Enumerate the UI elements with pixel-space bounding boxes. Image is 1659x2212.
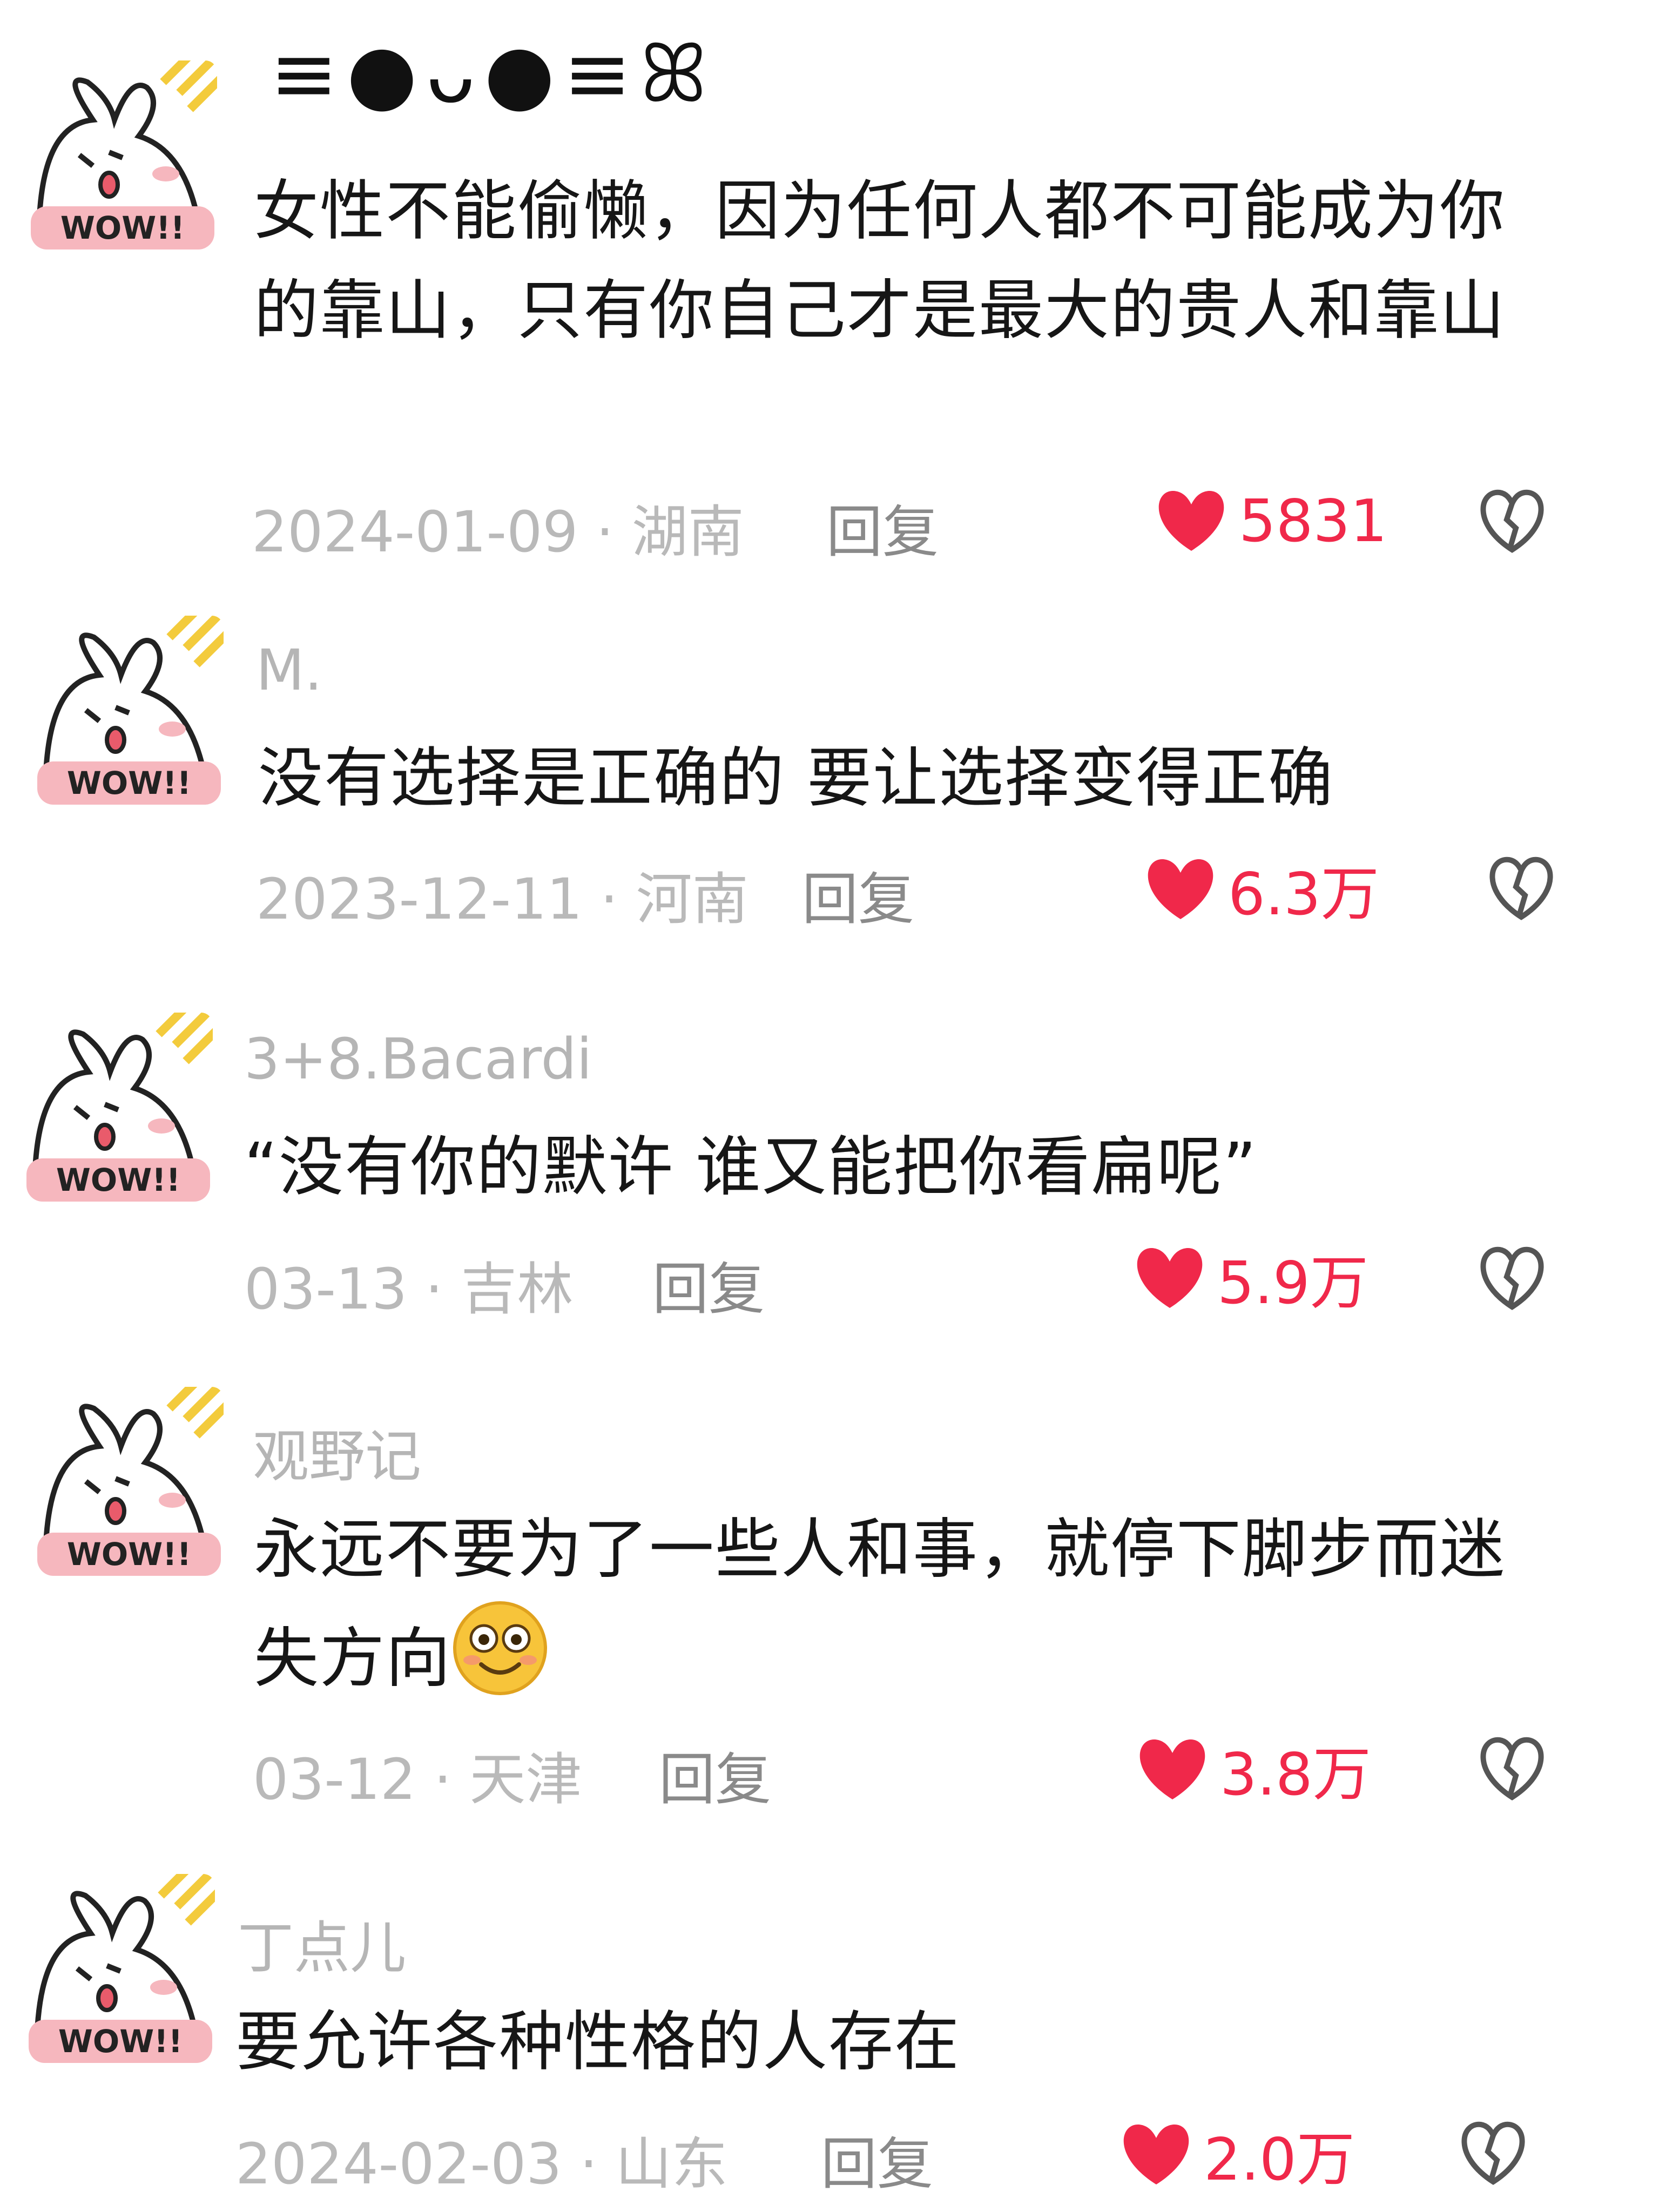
like-button[interactable]: 5831 <box>1156 486 1387 556</box>
comment-text: 永远不要为了一些人和事，就停下脚步而迷失方向 <box>254 1500 1523 1709</box>
username[interactable]: 观野记 <box>253 1411 421 1492</box>
comment-date-location: 03-12 · 天津 <box>253 1746 582 1812</box>
comment-text-content: 永远不要为了一些人和事，就停下脚步而迷失方向 <box>254 1512 1506 1696</box>
svg-text:WOW!!: WOW!! <box>60 210 185 246</box>
comment-text: 女性不能偷懒，因为任何人都不可能成为你的靠山，只有你自己才是最大的贵人和靠山 <box>254 174 1506 348</box>
comment-text: 没有选择是正确的 要让选择变得正确 <box>258 741 1334 816</box>
avatar[interactable]: WOW!! <box>28 60 217 249</box>
avatar[interactable]: WOW!! <box>24 1013 213 1202</box>
like-count: 5.9万 <box>1217 1250 1368 1317</box>
dislike-button[interactable] <box>1477 1734 1547 1804</box>
like-count: 5831 <box>1239 487 1387 555</box>
heart-filled-icon <box>1137 1247 1203 1308</box>
svg-text:WOW!!: WOW!! <box>56 1162 180 1198</box>
reply-button[interactable]: 回复 <box>802 853 914 935</box>
like-count: 3.8万 <box>1220 1741 1371 1809</box>
avatar[interactable]: WOW!! <box>35 616 224 805</box>
like-count: 6.3万 <box>1228 861 1379 928</box>
comment-date-location: 2024-01-09 · 湖南 <box>252 499 744 565</box>
reply-button[interactable]: 回复 <box>652 1243 765 1325</box>
heart-filled-icon <box>1123 2124 1189 2184</box>
svg-text:WOW!!: WOW!! <box>67 765 191 801</box>
comment-text: “没有你的默许 谁又能把你看扁呢” <box>244 1130 1258 1205</box>
reply-button[interactable]: 回复 <box>659 1734 771 1815</box>
heart-filled-icon <box>1148 859 1213 919</box>
comment-date-location: 2024-02-03 · 山东 <box>235 2131 728 2197</box>
like-button[interactable]: 2.0万 <box>1121 2120 1355 2194</box>
heart-broken-icon <box>1480 489 1544 553</box>
like-button[interactable]: 5.9万 <box>1134 1243 1368 1317</box>
like-button[interactable]: 3.8万 <box>1137 1735 1371 1809</box>
comment-date-location: 03-13 · 吉林 <box>244 1256 574 1322</box>
username[interactable]: M. <box>256 637 322 703</box>
comment-text: 要允许各种性格的人存在 <box>235 2005 960 2080</box>
avatar[interactable]: WOW!! <box>35 1387 224 1576</box>
username[interactable]: 丁点儿 <box>238 1902 406 1984</box>
reply-button[interactable]: 回复 <box>821 2118 933 2200</box>
dislike-button[interactable] <box>1477 486 1547 556</box>
like-button[interactable]: 6.3万 <box>1145 854 1379 928</box>
heart-broken-icon <box>1480 1246 1544 1310</box>
dislike-button[interactable] <box>1477 1243 1547 1313</box>
avatar[interactable]: WOW!! <box>26 1874 215 2063</box>
dislike-button[interactable] <box>1486 853 1556 923</box>
comment-date-location: 2023-12-11 · 河南 <box>256 866 748 932</box>
dislike-button[interactable] <box>1458 2118 1528 2188</box>
username[interactable]: 3+8.Bacardi <box>244 1026 592 1092</box>
svg-text:WOW!!: WOW!! <box>67 1536 191 1573</box>
heart-broken-icon <box>1480 1737 1544 1800</box>
heart-filled-icon <box>1158 490 1224 551</box>
heart-broken-icon <box>1489 857 1553 920</box>
heart-filled-icon <box>1139 1739 1205 1799</box>
reply-button[interactable]: 回复 <box>826 486 939 568</box>
like-count: 2.0万 <box>1204 2126 1355 2194</box>
username[interactable]: ≡●ᴗ●≡ꕤ <box>270 27 716 123</box>
smiley-emoji-icon <box>451 1600 549 1697</box>
svg-text:WOW!!: WOW!! <box>58 2023 183 2060</box>
heart-broken-icon <box>1461 2121 1525 2185</box>
